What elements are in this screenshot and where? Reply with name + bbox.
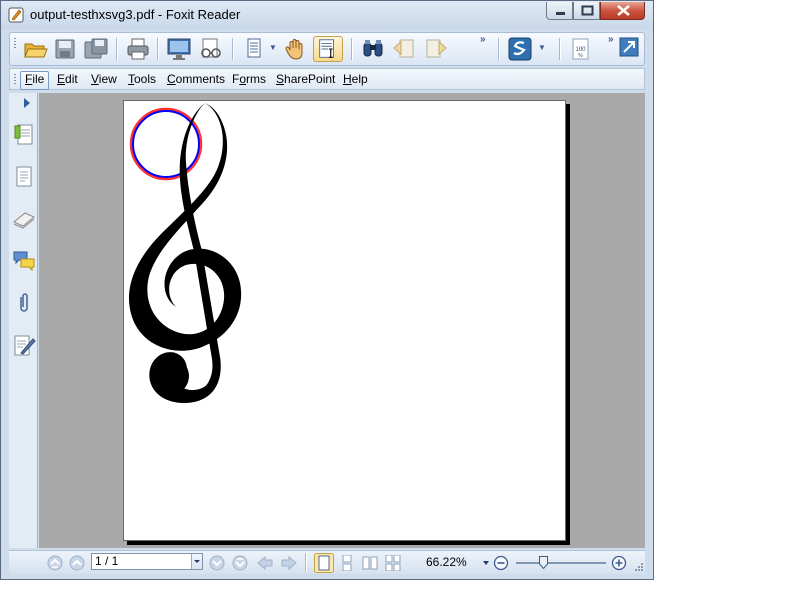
actual-size-icon[interactable]: 100 % [568, 36, 594, 62]
page-layout-icon[interactable] [241, 36, 267, 62]
menu-edit[interactable]: Edit [53, 71, 82, 88]
last-page-icon[interactable] [232, 555, 248, 571]
toolbar-overflow-right-icon[interactable]: » [608, 34, 613, 45]
signatures-icon[interactable] [12, 333, 36, 357]
svg-text:%: % [578, 53, 583, 59]
zoom-slider-thumb[interactable] [538, 556, 548, 569]
document-viewport[interactable] [39, 93, 645, 548]
minimize-icon [556, 12, 565, 15]
previous-view-icon[interactable] [391, 36, 417, 62]
menu-grip[interactable] [14, 74, 16, 86]
navigation-sidebar [9, 93, 38, 548]
window-title: output-testhxsvg3.pdf - Foxit Reader [30, 7, 241, 22]
go-forward-icon[interactable] [280, 555, 298, 571]
open-icon[interactable] [22, 36, 48, 62]
snapshot-icon[interactable] [507, 36, 533, 62]
fullscreen-icon[interactable] [166, 36, 192, 62]
expand-panel-icon[interactable] [23, 97, 31, 109]
main-toolbar: ▼ » ▼ 100 % » [9, 32, 645, 66]
continuous-view-icon[interactable] [339, 555, 355, 571]
close-button[interactable] [600, 2, 645, 20]
maximize-icon [581, 5, 594, 16]
print-icon[interactable] [125, 36, 151, 62]
comments-icon[interactable] [12, 249, 36, 273]
snapshot-dropdown-icon[interactable]: ▼ [538, 43, 546, 52]
glasses-icon[interactable] [198, 36, 224, 62]
treble-clef-graphic [128, 103, 242, 403]
fit-page-icon[interactable] [618, 36, 640, 62]
page-layout-dropdown-icon[interactable]: ▼ [269, 43, 277, 52]
save-icon[interactable] [52, 36, 78, 62]
menu-help[interactable]: Help [339, 71, 372, 88]
ring-graphic [129, 107, 203, 181]
previous-page-icon[interactable] [69, 555, 85, 571]
menu-file[interactable]: File [20, 71, 50, 90]
page-dropdown-button[interactable] [191, 554, 202, 569]
find-icon[interactable] [360, 36, 386, 62]
attachments-icon[interactable] [12, 291, 36, 315]
status-bar: 1 / 1 66.22% [9, 550, 645, 574]
toolbar-grip[interactable] [14, 38, 16, 50]
facing-view-icon[interactable] [362, 555, 378, 571]
foxit-app-icon [8, 7, 24, 23]
select-text-icon[interactable] [313, 36, 343, 62]
menu-comments[interactable]: Comments [163, 71, 229, 88]
go-back-icon[interactable] [256, 555, 274, 571]
menu-bar: File Edit View Tools Comments Forms Shar… [9, 68, 645, 90]
page-content [128, 103, 242, 403]
next-page-icon[interactable] [209, 555, 225, 571]
pdf-page[interactable] [123, 100, 566, 541]
layers-icon[interactable] [12, 207, 36, 231]
menu-forms[interactable]: Forms [228, 71, 270, 88]
maximize-button[interactable] [573, 2, 600, 20]
zoom-slider-track[interactable] [516, 562, 606, 564]
title-bar[interactable]: output-testhxsvg3.pdf - Foxit Reader [1, 1, 653, 29]
zoom-in-icon[interactable] [611, 555, 627, 571]
chevron-down-icon [194, 560, 200, 563]
single-page-view-icon[interactable] [314, 553, 334, 573]
continuous-facing-view-icon[interactable] [385, 555, 401, 571]
resize-grip-icon[interactable] [634, 562, 644, 572]
save-as-icon[interactable] [83, 36, 109, 62]
toolbar-overflow-icon[interactable]: » [480, 34, 485, 45]
zoom-level[interactable]: 66.22% [426, 555, 467, 569]
close-icon [617, 4, 630, 17]
pages-icon[interactable] [12, 165, 36, 189]
first-page-icon[interactable] [47, 555, 63, 571]
hand-tool-icon[interactable] [283, 36, 309, 62]
page-number-value: 1 / 1 [95, 554, 119, 568]
foxit-reader-window: output-testhxsvg3.pdf - Foxit Reader ▼ »… [0, 0, 654, 580]
menu-sharepoint[interactable]: SharePoint [272, 71, 339, 88]
zoom-dropdown-icon[interactable] [482, 559, 490, 567]
menu-view[interactable]: View [87, 71, 121, 88]
zoom-out-icon[interactable] [493, 555, 509, 571]
page-number-input[interactable]: 1 / 1 [91, 553, 203, 570]
menu-tools[interactable]: Tools [124, 71, 160, 88]
bookmarks-icon[interactable] [12, 123, 36, 147]
minimize-button[interactable] [546, 2, 573, 20]
next-view-icon[interactable] [423, 36, 449, 62]
